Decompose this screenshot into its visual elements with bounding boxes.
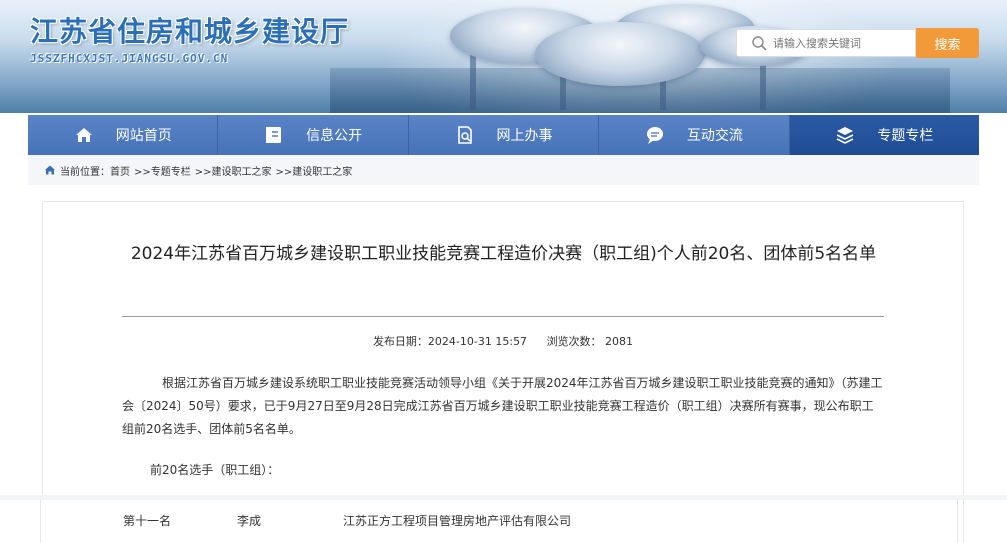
nav-item-label: 网上办事 [496,128,553,144]
breadcrumb-item[interactable]: >>专题专栏 [134,163,191,178]
nav-item-interaction[interactable]: 互动交流 [599,115,790,155]
company-cell: 江苏正方工程项目管理房地产评估有限公司 [343,514,572,528]
document-icon [266,127,282,143]
breadcrumb-item[interactable]: >>建设职工之家 [195,163,272,178]
nav-item-info[interactable]: 信息公开 [218,115,409,155]
article-paragraph: 根据江苏省百万城乡建设系统职工职业技能竞赛活动领导小组《关于开展2024年江苏省… [122,376,883,436]
breadcrumb-item[interactable]: >>建设职工之家 [276,163,353,178]
article-subheading: 前20名选手（职工组）： [150,463,280,477]
view-count: 浏览次数： 2081 [546,335,634,348]
publish-date: 发布日期：2024-10-31 15:57 [372,335,528,348]
search-button[interactable]: 搜索 [916,28,979,58]
banner-building [535,22,705,86]
nav-item-label: 信息公开 [306,128,363,144]
main-nav: 网站首页 信息公开 网上办事 互动交流 专题专栏 [28,115,980,155]
nav-item-online-service[interactable]: 网上办事 [408,115,600,155]
search-input[interactable] [773,36,913,50]
site-logo-title[interactable]: 江苏省住房和城乡建设厅 [30,10,349,50]
name-cell: 李成 [237,514,262,528]
breadcrumb: 当前位置：首页 >>专题专栏 >>建设职工之家 >>建设职工之家 [28,155,979,185]
chat-icon [646,127,663,144]
banner-pillar [470,50,476,110]
rank-cell: 第十一名 [123,514,172,528]
home-icon [75,128,92,142]
breadcrumb-prefix[interactable]: 当前位置：首页 [60,163,130,178]
nav-item-home[interactable]: 网站首页 [28,115,219,155]
home-icon [45,165,55,175]
nav-item-label: 专题专栏 [877,128,934,144]
header-banner: 江苏省住房和城乡建设厅 JSSZFHCXJST.JIANGSU.GOV.CN 搜… [0,0,1007,113]
article-meta: 发布日期：2024-10-31 15:57 浏览次数： 2081 [122,333,884,349]
layers-icon [836,127,854,144]
article-title: 2024年江苏省百万城乡建设职工职业技能竞赛工程造价决赛（职工组)个人前20名、… [130,244,877,264]
nav-item-label: 网站首页 [115,128,172,144]
nav-item-special[interactable]: 专题专栏 [789,115,980,155]
title-divider [122,316,884,317]
site-url: JSSZFHCXJST.JIANGSU.GOV.CN [30,52,229,65]
nav-item-label: 互动交流 [686,128,743,144]
search-icon [752,36,767,51]
table-row: 第十一名 李成 江苏正方工程项目管理房地产评估有限公司 [40,500,958,543]
search-doc-icon [457,126,472,144]
search-box [736,29,916,57]
